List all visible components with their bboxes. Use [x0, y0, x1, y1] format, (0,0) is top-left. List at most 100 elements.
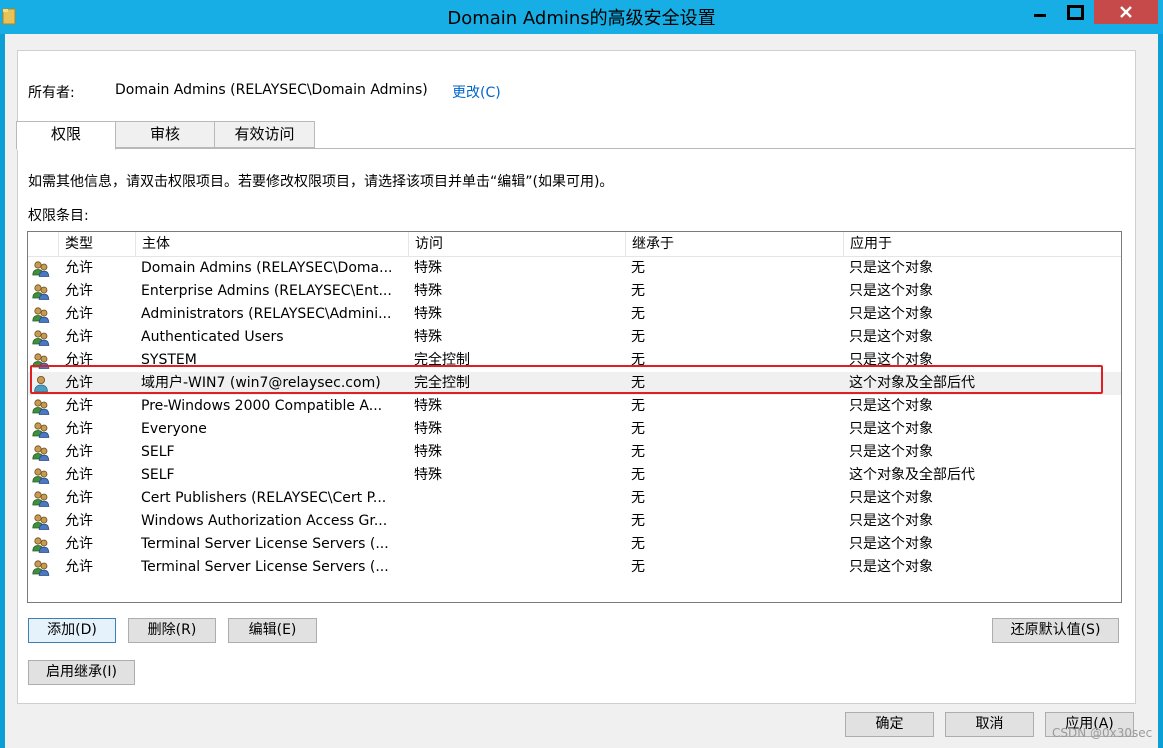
close-button[interactable]	[1094, 0, 1158, 24]
row-type: 允许	[65, 306, 93, 322]
row-type: 允许	[65, 467, 93, 483]
group-users-icon	[32, 536, 50, 553]
row-principal: Terminal Server License Servers (...	[141, 559, 389, 575]
table-row[interactable]: 允许 Pre-Windows 2000 Compatible A... 特殊 无 只是这…	[28, 395, 1121, 418]
row-applies-to: 只是这个对象	[849, 559, 933, 575]
tab-effective-access[interactable]: 有效访问	[214, 121, 315, 148]
row-access: 特殊	[414, 467, 442, 483]
group-users-icon	[32, 260, 50, 277]
remove-button[interactable]: 删除(R)	[128, 618, 216, 643]
group-users-icon	[32, 467, 50, 484]
row-principal: Authenticated Users	[141, 329, 284, 345]
row-type: 允许	[65, 536, 93, 552]
group-users-icon	[32, 398, 50, 415]
table-row[interactable]: 允许 Everyone 特殊 无 只是这个对象	[28, 418, 1121, 441]
row-type: 允许	[65, 398, 93, 414]
change-owner-link[interactable]: 更改(C)	[452, 82, 501, 102]
group-users-icon	[32, 306, 50, 323]
column-header-icon[interactable]	[28, 232, 59, 256]
column-header-access[interactable]: 访问	[409, 232, 626, 256]
restore-defaults-button[interactable]: 还原默认值(S)	[992, 618, 1119, 643]
row-inherited-from: 无	[631, 375, 645, 391]
table-row[interactable]: 允许 Domain Admins (RELAYSEC\Doma... 特殊 无 只是这个…	[28, 257, 1121, 280]
row-access	[414, 487, 624, 510]
row-inherited-from: 无	[631, 421, 645, 437]
row-icon-cell	[32, 418, 50, 441]
window-title: Domain Admins的高级安全设置	[447, 8, 716, 29]
edit-button[interactable]: 编辑(E)	[228, 618, 317, 643]
row-inherited-from: 无	[631, 398, 645, 414]
row-principal: Cert Publishers (RELAYSEC\Cert P...	[141, 490, 387, 506]
column-header-applies[interactable]: 应用于	[844, 232, 1121, 256]
table-row[interactable]: 允许 SELF 特殊 无 只是这个对象	[28, 441, 1121, 464]
row-type: 允许	[65, 260, 93, 276]
row-icon-cell	[32, 280, 50, 303]
add-button[interactable]: 添加(D)	[28, 618, 116, 643]
row-applies-to: 只是这个对象	[849, 513, 933, 529]
table-row[interactable]: 允许 Terminal Server License Servers (... 无 只…	[28, 533, 1121, 556]
table-row[interactable]: 允许 Authenticated Users 特殊 无 只是这个对象	[28, 326, 1121, 349]
row-inherited-from: 无	[631, 559, 645, 575]
row-access	[414, 533, 624, 556]
tab-permissions[interactable]: 权限	[16, 121, 116, 150]
row-icon-cell	[32, 441, 50, 464]
row-access: 特殊	[414, 306, 442, 322]
row-icon-cell	[32, 303, 50, 326]
minimize-button[interactable]	[1022, 0, 1057, 24]
cancel-button[interactable]: 取消	[945, 712, 1034, 737]
row-applies-to: 只是这个对象	[849, 398, 933, 414]
row-applies-to: 只是这个对象	[849, 283, 933, 299]
group-users-icon	[32, 559, 50, 576]
table-row[interactable]: 允许 域用户-WIN7 (win7@relaysec.com) 完全控制 无 这个对象及…	[28, 372, 1121, 395]
title-bar[interactable]: Domain Admins的高级安全设置	[0, 0, 1163, 34]
enable-inheritance-button[interactable]: 启用继承(I)	[28, 660, 135, 685]
table-row[interactable]: 允许 SYSTEM 完全控制 无 只是这个对象	[28, 349, 1121, 372]
column-header-inherited[interactable]: 继承于	[626, 232, 844, 256]
table-row[interactable]: 允许 Windows Authorization Access Gr... 无 只是这…	[28, 510, 1121, 533]
table-row[interactable]: 允许 Administrators (RELAYSEC\Admini... 特殊 无 只…	[28, 303, 1121, 326]
row-inherited-from: 无	[631, 467, 645, 483]
row-icon-cell	[32, 464, 50, 487]
permission-entries-table[interactable]: 类型 主体 访问 继承于 应用于 允许 Domain Admins (RELAYS…	[27, 231, 1122, 603]
row-inherited-from: 无	[631, 306, 645, 322]
row-type: 允许	[65, 375, 93, 391]
maximize-button[interactable]	[1057, 0, 1093, 24]
row-applies-to: 只是这个对象	[849, 444, 933, 460]
column-header-type[interactable]: 类型	[59, 232, 136, 256]
minimize-icon	[1033, 13, 1046, 17]
group-users-icon	[32, 444, 50, 461]
row-principal: 域用户-WIN7 (win7@relaysec.com)	[141, 375, 381, 391]
row-access: 特殊	[414, 283, 442, 299]
table-row[interactable]: 允许 Enterprise Admins (RELAYSEC\Ent... 特殊 无 只…	[28, 280, 1121, 303]
dialog-client: 所有者: Domain Admins (RELAYSEC\Domain Admi…	[5, 34, 1158, 748]
table-row[interactable]: 允许 Cert Publishers (RELAYSEC\Cert P... 无 只是…	[28, 487, 1121, 510]
table-header: 类型 主体 访问 继承于 应用于	[28, 232, 1121, 257]
row-applies-to: 只是这个对象	[849, 329, 933, 345]
maximize-icon	[1066, 4, 1084, 20]
row-applies-to: 只是这个对象	[849, 306, 933, 322]
row-principal: Enterprise Admins (RELAYSEC\Ent...	[141, 283, 392, 299]
row-principal: SYSTEM	[141, 352, 197, 368]
ok-button[interactable]: 确定	[845, 712, 934, 737]
table-row[interactable]: 允许 SELF 特殊 无 这个对象及全部后代	[28, 464, 1121, 487]
column-header-principal[interactable]: 主体	[136, 232, 409, 256]
row-access: 完全控制	[414, 375, 470, 391]
close-icon	[1120, 6, 1132, 18]
row-icon-cell	[32, 257, 50, 280]
row-applies-to: 只是这个对象	[849, 490, 933, 506]
row-icon-cell	[32, 533, 50, 556]
group-users-icon	[32, 283, 50, 300]
row-access: 特殊	[414, 421, 442, 437]
row-principal: Administrators (RELAYSEC\Admini...	[141, 306, 392, 322]
row-principal: SELF	[141, 467, 175, 483]
row-inherited-from: 无	[631, 283, 645, 299]
owner-value: Domain Admins (RELAYSEC\Domain Admins)	[115, 82, 428, 98]
table-row[interactable]: 允许 Terminal Server License Servers (... 无 只…	[28, 556, 1121, 579]
row-applies-to: 只是这个对象	[849, 352, 933, 368]
tab-divider	[16, 148, 1135, 149]
row-type: 允许	[65, 559, 93, 575]
group-users-icon	[32, 329, 50, 346]
tab-auditing[interactable]: 审核	[115, 121, 215, 148]
row-icon-cell	[32, 487, 50, 510]
row-access: 特殊	[414, 398, 442, 414]
